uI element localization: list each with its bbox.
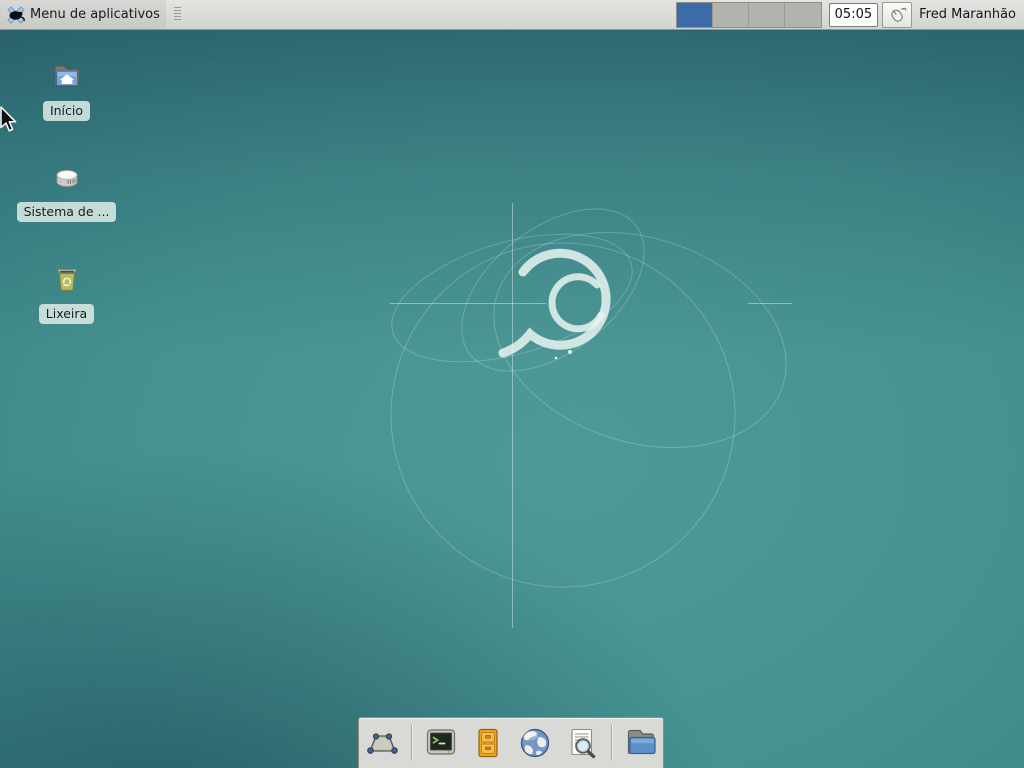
home-folder-icon <box>50 59 84 93</box>
search-document-icon <box>562 723 602 763</box>
search-files-launcher[interactable] <box>562 723 602 763</box>
debian-swirl <box>503 253 606 359</box>
show-desktop-button[interactable] <box>362 723 402 763</box>
desktop-icon-trash[interactable]: Lixeira <box>18 262 115 324</box>
desktop-icon-filesystem[interactable]: Sistema de ... <box>18 160 115 222</box>
terminal-launcher[interactable] <box>421 723 461 763</box>
username-label[interactable]: Fred Maranhão <box>919 7 1016 22</box>
workspace-2[interactable] <box>713 3 749 27</box>
xfce-mouse-logo-icon <box>5 5 25 25</box>
clock-time: 05:05 <box>835 7 872 22</box>
dock-separator <box>411 725 412 761</box>
desktop-icon-label: Sistema de ... <box>17 202 117 222</box>
workspace-1[interactable] <box>677 3 713 27</box>
web-browser-launcher[interactable] <box>515 723 555 763</box>
file-cabinet-icon <box>468 723 508 763</box>
bottom-dock <box>358 717 664 768</box>
show-desktop-icon <box>362 723 402 763</box>
grip-icon[interactable] <box>174 7 181 22</box>
workspace-switcher <box>676 2 822 28</box>
desktop-icon-label: Início <box>43 101 90 121</box>
applications-menu-label: Menu de aplicativos <box>30 7 160 22</box>
desktop-icon-home[interactable]: Início <box>18 59 115 121</box>
file-manager-launcher[interactable] <box>621 723 661 763</box>
top-panel: Menu de aplicativos 05:05 Fred Maranhão <box>0 0 1024 30</box>
dock-separator <box>611 725 612 761</box>
desktop-icon-label: Lixeira <box>39 304 94 324</box>
globe-icon <box>515 723 555 763</box>
folder-icon <box>621 723 661 763</box>
arrow-cursor-icon <box>0 105 19 133</box>
crosshair-lines <box>390 203 792 628</box>
file-cabinet-launcher[interactable] <box>468 723 508 763</box>
clock[interactable]: 05:05 <box>829 3 878 27</box>
filesystem-drive-icon <box>50 160 84 194</box>
workspace-4[interactable] <box>785 3 821 27</box>
mouse-device-icon <box>887 5 907 25</box>
trash-bin-icon <box>50 262 84 296</box>
terminal-icon <box>421 723 461 763</box>
workspace-3[interactable] <box>749 3 785 27</box>
debian-lines-wallpaper <box>0 0 1024 768</box>
applications-menu-button[interactable]: Menu de aplicativos <box>0 0 166 29</box>
tray-mouse-button[interactable] <box>882 2 912 28</box>
panel-right-area: 05:05 Fred Maranhão <box>676 0 1024 29</box>
